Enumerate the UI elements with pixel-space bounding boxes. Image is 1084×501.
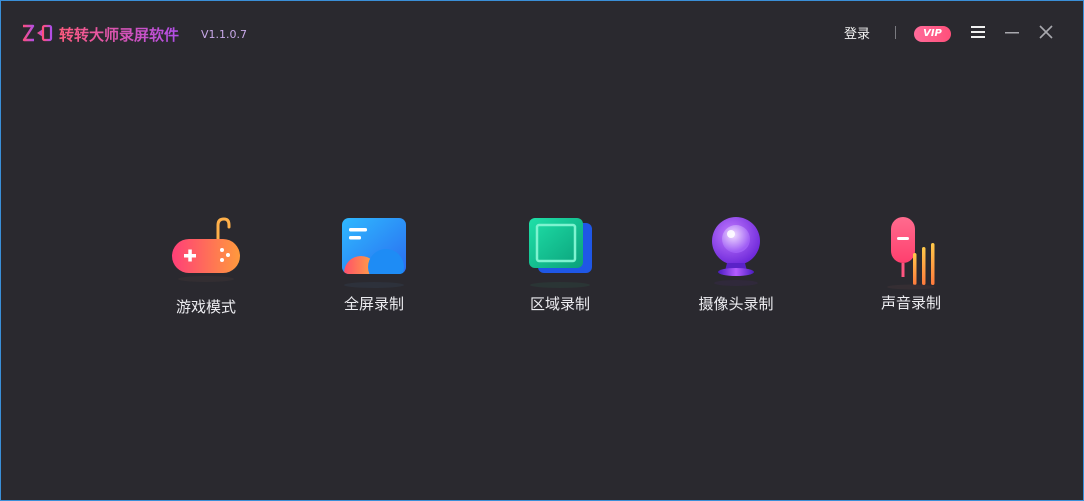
mode-audio[interactable]: 声音录制 [846,215,976,313]
mode-label: 摄像头录制 [698,295,774,313]
mode-label: 游戏模式 [175,298,236,316]
mode-label: 区域录制 [529,295,590,313]
mode-game[interactable]: 游戏模式 [141,215,271,317]
microphone-icon [887,217,935,290]
mode-region[interactable]: 区域录制 [495,215,625,314]
fullscreen-icon [342,218,406,288]
mode-camera[interactable]: 摄像头录制 [671,215,801,314]
mode-fullscreen[interactable]: 全屏录制 [309,215,439,314]
mode-label: 声音录制 [880,294,941,312]
region-icon [529,218,592,288]
mode-label: 全屏录制 [343,295,404,313]
app-window: 转转大师录屏软件 V1.1.0.7 登录 VIP 游戏模式 全屏录制 区域录制 … [0,0,1084,501]
camera-icon [712,217,760,286]
gamepad-icon [172,217,240,282]
recording-modes: 游戏模式 全屏录制 区域录制 摄像头录制 声音录制 [1,1,1083,500]
